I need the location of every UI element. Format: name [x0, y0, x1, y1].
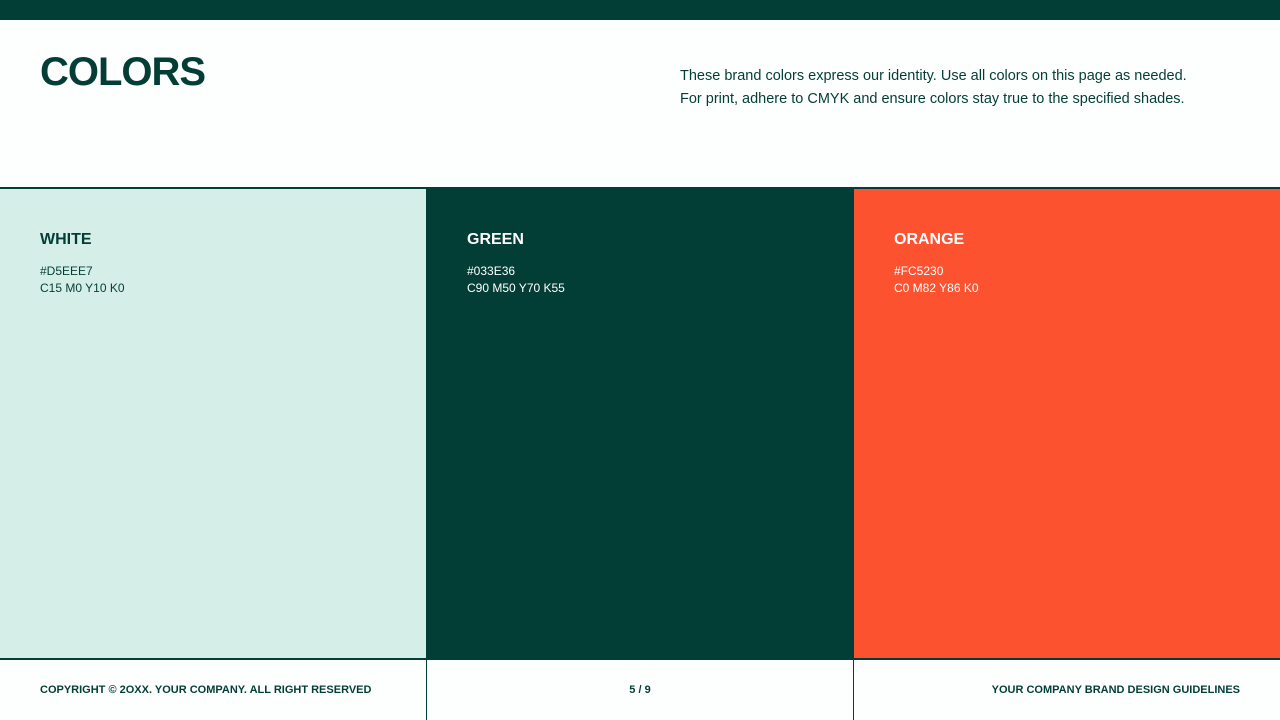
- swatch-cmyk: C15 M0 Y10 K0: [40, 280, 386, 297]
- page-title: COLORS: [40, 50, 205, 95]
- swatch-name: WHITE: [40, 231, 386, 249]
- swatch-hex: #FC5230: [894, 263, 1240, 280]
- description-line: These brand colors express our identity.…: [680, 65, 1240, 88]
- footer-copyright: COPYRIGHT © 2OXX. YOUR COMPANY. ALL RIGH…: [0, 660, 426, 720]
- swatch-name: ORANGE: [894, 231, 1240, 249]
- swatch-hex: #033E36: [467, 263, 813, 280]
- swatch-cmyk: C90 M50 Y70 K55: [467, 280, 813, 297]
- top-bar: [0, 0, 1280, 20]
- page-number: 5 / 9: [426, 660, 853, 720]
- color-swatches: WHITE #D5EEE7 C15 M0 Y10 K0 GREEN #033E3…: [0, 187, 1280, 660]
- swatch-white: WHITE #D5EEE7 C15 M0 Y10 K0: [0, 189, 426, 658]
- swatch-name: GREEN: [467, 231, 813, 249]
- swatch-orange: ORANGE #FC5230 C0 M82 Y86 K0: [853, 189, 1280, 658]
- footer-guide-title: YOUR COMPANY BRAND DESIGN GUIDELINES: [853, 660, 1280, 720]
- footer: COPYRIGHT © 2OXX. YOUR COMPANY. ALL RIGH…: [0, 660, 1280, 720]
- swatch-green: GREEN #033E36 C90 M50 Y70 K55: [426, 189, 853, 658]
- description-line: For print, adhere to CMYK and ensure col…: [680, 88, 1240, 111]
- page-description: These brand colors express our identity.…: [680, 65, 1240, 111]
- swatch-cmyk: C0 M82 Y86 K0: [894, 280, 1240, 297]
- swatch-hex: #D5EEE7: [40, 263, 386, 280]
